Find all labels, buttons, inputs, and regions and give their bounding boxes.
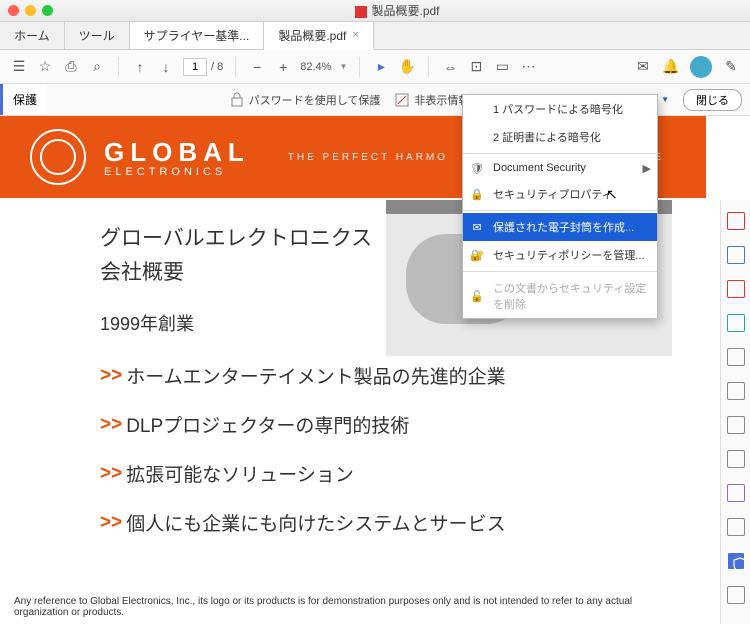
bullet-4: >>個人にも企業にも向けたシステムとサービス xyxy=(100,509,606,536)
menu-password-encryption[interactable]: 1 パスワードによる暗号化 xyxy=(463,95,657,123)
tab-document-2[interactable]: 製品概要.pdf × xyxy=(264,22,373,50)
protect-tab-label: 保護 xyxy=(0,84,47,115)
menu-create-secure-envelope[interactable]: ✉保護された電子封筒を作成... xyxy=(463,213,657,241)
page-indicator: / 8 xyxy=(183,58,223,76)
chevron-icon: >> xyxy=(100,414,122,436)
combine-icon[interactable] xyxy=(727,348,745,366)
page-input[interactable] xyxy=(183,58,207,76)
select-tool-icon[interactable]: ▸ xyxy=(372,58,390,76)
titlebar: 製品概要.pdf xyxy=(0,0,750,22)
compress-icon[interactable] xyxy=(727,416,745,434)
window-controls xyxy=(8,5,53,16)
star-icon[interactable]: ☆ xyxy=(36,58,54,76)
read-mode-icon[interactable]: ▭ xyxy=(493,58,511,76)
tab-document-1[interactable]: サプライヤー基準... xyxy=(130,22,265,49)
close-window-button[interactable] xyxy=(8,5,19,16)
redact-icon[interactable] xyxy=(727,450,745,468)
envelope-icon: ✉ xyxy=(469,219,485,235)
person-lock-icon: 🛡 xyxy=(469,160,485,176)
create-pdf-icon[interactable] xyxy=(727,280,745,298)
window-title: 製品概要.pdf xyxy=(53,2,742,19)
more-tools-icon[interactable] xyxy=(727,586,745,604)
zoom-level[interactable]: 82.4% xyxy=(300,61,331,73)
mouse-cursor-icon: ↖ xyxy=(606,186,618,203)
menu-security-properties[interactable]: 🔒セキュリティプロパティ xyxy=(463,180,657,208)
disclaimer-text: Any reference to Global Electronics, Inc… xyxy=(14,596,676,618)
document-tabs: ホーム ツール サプライヤー基準... 製品概要.pdf × xyxy=(0,22,750,50)
bullet-2: >>DLPプロジェクターの専門的技術 xyxy=(100,411,606,438)
fit-width-icon[interactable]: ⇔ xyxy=(441,58,459,76)
page-down-icon[interactable]: ↓ xyxy=(157,58,175,76)
more-icon[interactable]: ⋯ xyxy=(519,58,537,76)
organize-icon[interactable] xyxy=(727,382,745,400)
page-up-icon[interactable]: ↑ xyxy=(131,58,149,76)
close-tab-icon[interactable]: × xyxy=(352,29,358,41)
page-total: / 8 xyxy=(211,61,223,73)
bullet-1: >>ホームエンターテイメント製品の先進的企業 xyxy=(100,362,606,389)
zoom-out-icon[interactable]: − xyxy=(248,58,266,76)
zoom-in-icon[interactable]: + xyxy=(274,58,292,76)
fit-page-icon[interactable]: ⊡ xyxy=(467,58,485,76)
minimize-window-button[interactable] xyxy=(25,5,36,16)
menu-remove-security: 🔓この文書からセキュリティ設定を削除 xyxy=(463,274,657,318)
main-toolbar: ☰ ☆ ⎙ ⌕ ↑ ↓ / 8 − + 82.4%▼ ▸ ✋ ⇔ ⊡ ▭ ⋯ ✉… xyxy=(0,50,750,84)
edit-pdf-icon[interactable] xyxy=(727,246,745,264)
unlock-icon: 🔓 xyxy=(469,288,485,304)
protect-tool-icon[interactable] xyxy=(727,552,745,570)
tab-home[interactable]: ホーム xyxy=(0,22,65,49)
menu-certificate-encryption[interactable]: 2 証明書による暗号化 xyxy=(463,123,657,151)
tagline: THE PERFECT HARMO xyxy=(288,152,448,163)
share-icon[interactable]: ✉ xyxy=(634,58,652,76)
menu-manage-security-policy[interactable]: 🔐セキュリティポリシーを管理... xyxy=(463,241,657,269)
logo-icon xyxy=(30,129,86,185)
lock-icon: 🔒 xyxy=(469,186,485,202)
chevron-icon: >> xyxy=(100,512,122,534)
tab-tools[interactable]: ツール xyxy=(65,22,130,49)
menu-icon[interactable]: ☰ xyxy=(10,58,28,76)
menu-document-security[interactable]: 🛡Document Security▶ xyxy=(463,156,657,180)
protect-with-password-button[interactable]: パスワードを使用して保護 xyxy=(229,92,381,108)
sign-icon[interactable]: ✎ xyxy=(722,58,740,76)
chevron-icon: >> xyxy=(100,365,122,387)
tab-label: 製品概要.pdf xyxy=(278,27,346,44)
chevron-icon: >> xyxy=(100,463,122,485)
search-icon[interactable]: ⌕ xyxy=(88,58,106,76)
policy-icon: 🔐 xyxy=(469,247,485,263)
account-icon[interactable] xyxy=(690,56,712,78)
pdf-icon xyxy=(355,6,367,18)
right-tool-panel xyxy=(720,200,750,624)
bell-icon[interactable]: 🔔 xyxy=(662,58,680,76)
print-icon[interactable]: ⎙ xyxy=(62,58,80,76)
close-protectbar-button[interactable]: 閉じる xyxy=(683,89,742,111)
submenu-arrow-icon: ▶ xyxy=(643,162,651,175)
logo-text-main: GLOBAL xyxy=(104,137,250,168)
maximize-window-button[interactable] xyxy=(42,5,53,16)
send-review-icon[interactable] xyxy=(727,518,745,536)
advanced-options-menu: 1 パスワードによる暗号化 2 証明書による暗号化 🛡Document Secu… xyxy=(462,94,658,319)
hand-tool-icon[interactable]: ✋ xyxy=(398,58,416,76)
signature-icon[interactable] xyxy=(727,484,745,502)
export-pdf-icon[interactable] xyxy=(727,212,745,230)
bullet-3: >>拡張可能なソリューション xyxy=(100,460,606,487)
comment-icon[interactable] xyxy=(727,314,745,332)
